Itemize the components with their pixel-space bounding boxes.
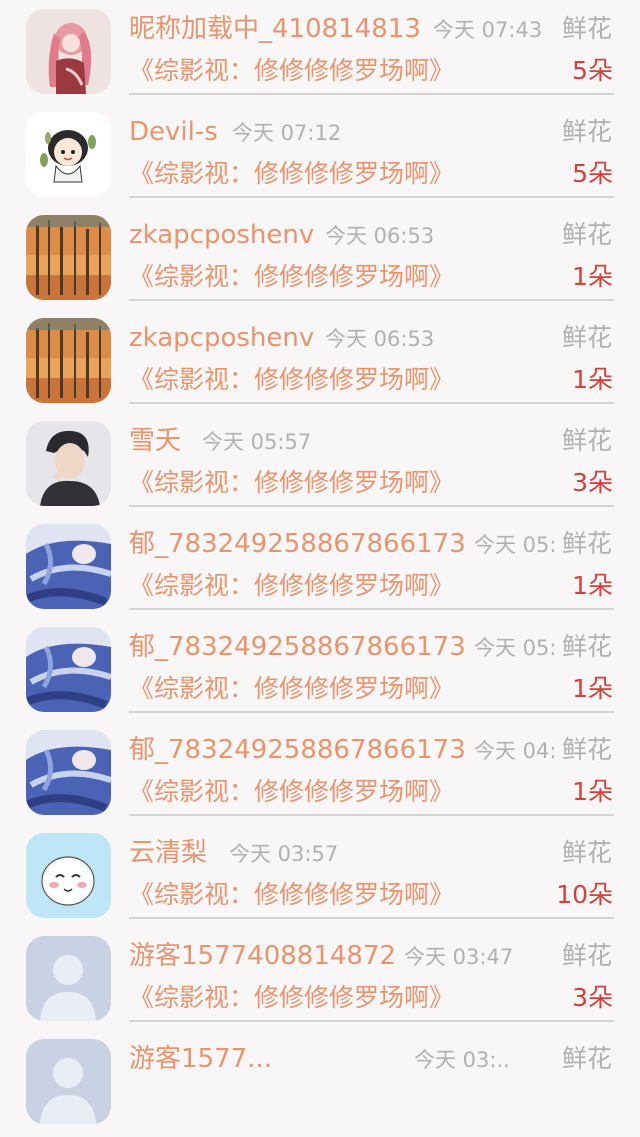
divider — [129, 196, 614, 198]
list-item[interactable]: zkapcposhenv 今天 06:53 鲜花 《综影视：修修修修罗场啊》 1… — [0, 210, 640, 313]
book-title[interactable]: 《综影视：修修修修罗场啊》 — [129, 878, 454, 912]
list-item[interactable]: 郁_783249258867866173 今天 04: 鲜花 《综影视：修修修修… — [0, 725, 640, 828]
flower-count: 1朵 — [572, 674, 613, 703]
timestamp: 今天 05: — [474, 636, 557, 660]
gift-type-label: 鲜花 — [559, 836, 612, 870]
flower-count: 1朵 — [572, 365, 613, 394]
flower-gift-list: 昵称加载中_410814813 今天 07:43 鲜花 《综影视：修修修修罗场啊… — [0, 4, 640, 1137]
divider — [129, 1020, 614, 1022]
gift-type-label: 鲜花 — [559, 527, 612, 561]
flower-count: 5朵 — [572, 56, 613, 85]
divider — [129, 814, 614, 816]
user-name[interactable]: zkapcposhenv — [129, 218, 314, 252]
timestamp: 今天 05: — [474, 533, 557, 557]
gift-type-label: 鲜花 — [559, 630, 612, 664]
man-portrait-avatar[interactable] — [26, 421, 111, 506]
flower-count: 10朵 — [556, 880, 613, 909]
list-item[interactable]: 郁_783249258867866173 今天 05: 鲜花 《综影视：修修修修… — [0, 519, 640, 622]
divider — [129, 505, 614, 507]
gift-type-label: 鲜花 — [559, 733, 612, 767]
smiley-cartoon-avatar[interactable] — [26, 833, 111, 918]
divider — [129, 608, 614, 610]
divider — [129, 711, 614, 713]
book-title[interactable]: 《综影视：修修修修罗场啊》 — [129, 569, 454, 603]
divider — [129, 402, 614, 404]
cartoon-girl-avatar[interactable] — [26, 112, 111, 197]
autumn-forest-avatar[interactable] — [26, 215, 111, 300]
book-title[interactable]: 《综影视：修修修修罗场啊》 — [129, 54, 454, 88]
anime-girl-avatar[interactable] — [26, 9, 111, 94]
blue-anime-avatar[interactable] — [26, 730, 111, 815]
gift-type-label: 鲜花 — [559, 12, 612, 46]
user-name[interactable]: 游客1577408814872 — [129, 939, 396, 973]
user-name[interactable]: 郁_783249258867866173 — [129, 733, 466, 767]
default-user-avatar[interactable] — [26, 1039, 111, 1124]
book-title[interactable]: 《综影视：修修修修罗场啊》 — [129, 981, 454, 1015]
user-name[interactable]: zkapcposhenv — [129, 321, 314, 355]
list-item[interactable]: Devil-s 今天 07:12 鲜花 《综影视：修修修修罗场啊》 5朵 — [0, 107, 640, 210]
gift-type-label: 鲜花 — [559, 939, 612, 973]
gift-type-label: 鲜花 — [559, 1042, 612, 1076]
user-name[interactable]: 郁_783249258867866173 — [129, 527, 466, 561]
flower-count: 1朵 — [572, 777, 613, 806]
list-item[interactable]: 郁_783249258867866173 今天 05: 鲜花 《综影视：修修修修… — [0, 622, 640, 725]
flower-count: 1朵 — [572, 571, 613, 600]
book-title[interactable]: 《综影视：修修修修罗场啊》 — [129, 775, 454, 809]
timestamp: 今天 03:.. — [414, 1048, 510, 1072]
user-name[interactable]: Devil-s — [129, 115, 218, 149]
user-name[interactable]: 雪夭 — [129, 424, 181, 458]
list-item[interactable]: zkapcposhenv 今天 06:53 鲜花 《综影视：修修修修罗场啊》 1… — [0, 313, 640, 416]
flower-count: 5朵 — [572, 159, 613, 188]
flower-count: 3朵 — [572, 468, 613, 497]
gift-type-label: 鲜花 — [559, 424, 612, 458]
timestamp: 今天 03:47 — [404, 945, 514, 969]
book-title[interactable]: 《综影视：修修修修罗场啊》 — [129, 157, 454, 191]
book-title[interactable]: 《综影视：修修修修罗场啊》 — [129, 672, 454, 706]
user-name[interactable]: 昵称加载中_410814813 — [129, 12, 421, 46]
gift-type-label: 鲜花 — [559, 321, 612, 355]
list-item[interactable]: 游客1577408814872 今天 03:47 鲜花 《综影视：修修修修罗场啊… — [0, 931, 640, 1034]
gift-type-label: 鲜花 — [559, 115, 612, 149]
flower-count: 1朵 — [572, 262, 613, 291]
book-title[interactable]: 《综影视：修修修修罗场啊》 — [129, 260, 454, 294]
autumn-forest-avatar[interactable] — [26, 318, 111, 403]
timestamp: 今天 07:12 — [232, 121, 342, 145]
list-item[interactable]: 游客1577... 今天 03:.. 鲜花 — [0, 1034, 640, 1137]
timestamp: 今天 06:53 — [325, 327, 435, 351]
list-item[interactable]: 雪夭 今天 05:57 鲜花 《综影视：修修修修罗场啊》 3朵 — [0, 416, 640, 519]
timestamp: 今天 06:53 — [325, 224, 435, 248]
blue-anime-avatar[interactable] — [26, 627, 111, 712]
divider — [129, 299, 614, 301]
blue-anime-avatar[interactable] — [26, 524, 111, 609]
user-name[interactable]: 郁_783249258867866173 — [129, 630, 466, 664]
book-title[interactable]: 《综影视：修修修修罗场啊》 — [129, 466, 454, 500]
list-item[interactable]: 昵称加载中_410814813 今天 07:43 鲜花 《综影视：修修修修罗场啊… — [0, 4, 640, 107]
user-name[interactable]: 游客1577... — [129, 1042, 272, 1076]
default-user-avatar[interactable] — [26, 936, 111, 1021]
user-name[interactable]: 云清梨 — [129, 836, 207, 870]
flower-count: 3朵 — [572, 983, 613, 1012]
timestamp: 今天 07:43 — [433, 18, 543, 42]
book-title[interactable]: 《综影视：修修修修罗场啊》 — [129, 363, 454, 397]
timestamp: 今天 04: — [474, 739, 557, 763]
list-item[interactable]: 云清梨 今天 03:57 鲜花 《综影视：修修修修罗场啊》 10朵 — [0, 828, 640, 931]
divider — [129, 93, 614, 95]
gift-type-label: 鲜花 — [559, 218, 612, 252]
timestamp: 今天 05:57 — [202, 430, 312, 454]
timestamp: 今天 03:57 — [229, 842, 339, 866]
divider — [129, 917, 614, 919]
